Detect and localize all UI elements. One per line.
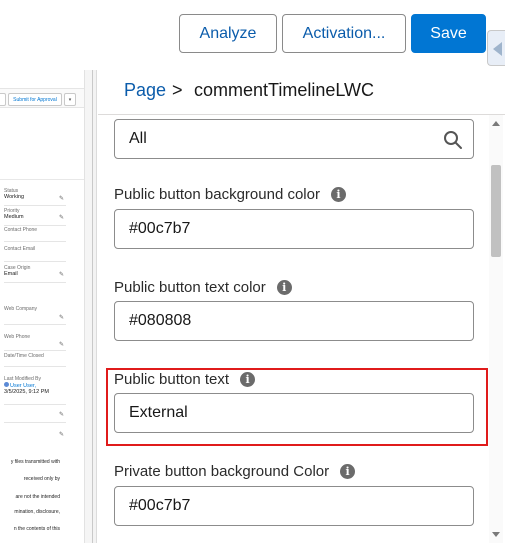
property-label-text: Private button background Color	[114, 463, 330, 480]
field-contact-phone[interactable]: Contact Phone	[4, 227, 66, 233]
divider	[4, 350, 66, 351]
info-icon[interactable]: i	[240, 372, 256, 387]
input-value: External	[129, 404, 188, 421]
property-label: Public button text i	[114, 371, 256, 388]
field-web-company[interactable]: Web Company	[4, 306, 66, 312]
property-label-text: Public button text color	[114, 279, 266, 296]
filter-value: All	[129, 130, 147, 147]
field-value: Working	[4, 194, 25, 200]
pencil-icon[interactable]: ✎	[59, 315, 64, 321]
scrollbar-thumb[interactable]	[491, 165, 501, 257]
panel-collapse-toggle[interactable]	[487, 30, 505, 66]
breadcrumb-current: commentTimelineLWC	[194, 80, 375, 100]
submit-for-approval-button[interactable]: Submit for Approval	[8, 93, 62, 106]
private-button-bg-color-input[interactable]: #00c7b7	[114, 486, 474, 526]
field-contact-email[interactable]: Contact Email	[4, 246, 66, 252]
property-label: Public button background color i	[114, 186, 346, 203]
properties-panel: Page > commentTimelineLWC All Public but…	[98, 70, 505, 543]
activation-button[interactable]: Activation...	[282, 14, 406, 53]
field-date-closed[interactable]: Date/Time Closed	[4, 353, 66, 359]
info-icon[interactable]: i	[276, 280, 292, 295]
disclaimer-text: y files transmitted with	[10, 459, 60, 465]
field-label: Web Company	[4, 306, 37, 312]
field-label: Date/Time Closed	[4, 353, 44, 359]
field-case-origin[interactable]: Case Origin Email	[4, 265, 66, 277]
divider	[4, 241, 66, 242]
disclaimer-text: received only by	[23, 476, 60, 482]
breadcrumb-page-link[interactable]: Page	[124, 80, 166, 101]
divider	[4, 261, 66, 262]
divider	[4, 366, 66, 367]
field-value: 3/5/2025, 9:12 PM	[4, 389, 49, 395]
field-last-modified[interactable]: Last Modified By User User, 3/5/2025, 9:…	[4, 376, 66, 395]
chevron-down-icon[interactable]: ▾	[64, 93, 76, 106]
field-label: Contact Email	[4, 246, 36, 252]
page-canvas: Submit for Approval ▾ Status Working ✎ P…	[0, 70, 97, 543]
public-button-text-input[interactable]: External	[114, 393, 474, 433]
input-value: #080808	[129, 312, 192, 329]
chevron-left-icon	[493, 42, 502, 56]
divider	[4, 422, 66, 423]
divider	[4, 282, 66, 283]
breadcrumb: Page > commentTimelineLWC	[98, 70, 505, 115]
disclaimer-text: are not the intended	[15, 494, 60, 500]
pencil-icon[interactable]: ✎	[59, 272, 64, 278]
canvas-action-bar: Submit for Approval ▾	[0, 88, 92, 108]
divider	[4, 225, 66, 226]
analyze-button[interactable]: Analyze	[179, 14, 277, 53]
scroll-up-icon[interactable]	[492, 121, 500, 126]
pencil-icon[interactable]: ✎	[59, 432, 64, 438]
input-value: #00c7b7	[129, 497, 191, 514]
search-icon[interactable]	[443, 130, 463, 150]
canvas-preview[interactable]: Submit for Approval ▾ Status Working ✎ P…	[0, 70, 93, 543]
field-label: Contact Phone	[4, 227, 38, 233]
property-label-text: Public button background color	[114, 186, 320, 203]
property-label-text: Public button text	[114, 371, 230, 388]
property-filter-input[interactable]: All	[114, 119, 474, 159]
canvas-header-band	[0, 110, 92, 180]
save-button[interactable]: Save	[411, 14, 486, 53]
field-priority[interactable]: Priority Medium	[4, 208, 66, 220]
field-value: Email	[4, 271, 18, 277]
scroll-down-icon[interactable]	[492, 532, 500, 537]
public-button-text-color-input[interactable]: #080808	[114, 301, 474, 341]
canvas-action-button[interactable]	[0, 93, 6, 106]
property-label: Public button text color i	[114, 279, 292, 296]
field-value: Medium	[4, 214, 24, 220]
public-button-bg-color-input[interactable]: #00c7b7	[114, 209, 474, 249]
info-icon[interactable]: i	[330, 187, 346, 202]
divider	[4, 205, 66, 206]
divider	[4, 404, 66, 405]
disclaimer-text: mination, disclosure,	[14, 509, 60, 515]
field-label: Web Phone	[4, 334, 31, 340]
divider	[4, 324, 66, 325]
breadcrumb-separator: >	[172, 80, 183, 100]
panel-scrollbar[interactable]	[489, 115, 503, 543]
property-label: Private button background Color i	[114, 463, 356, 480]
disclaimer-text: n the contents of this	[13, 526, 60, 532]
pencil-icon[interactable]: ✎	[59, 196, 64, 202]
pencil-icon[interactable]: ✎	[59, 412, 64, 418]
pencil-icon[interactable]: ✎	[59, 342, 64, 348]
field-value[interactable]: User User,	[4, 382, 66, 389]
input-value: #00c7b7	[129, 220, 191, 237]
canvas-scrollbar[interactable]	[84, 70, 92, 543]
info-icon[interactable]: i	[340, 464, 356, 479]
avatar	[4, 382, 9, 387]
field-web-phone[interactable]: Web Phone	[4, 334, 66, 340]
field-status[interactable]: Status Working	[4, 188, 66, 200]
pencil-icon[interactable]: ✎	[59, 215, 64, 221]
builder-toolbar: Analyze Activation... Save	[0, 0, 505, 70]
